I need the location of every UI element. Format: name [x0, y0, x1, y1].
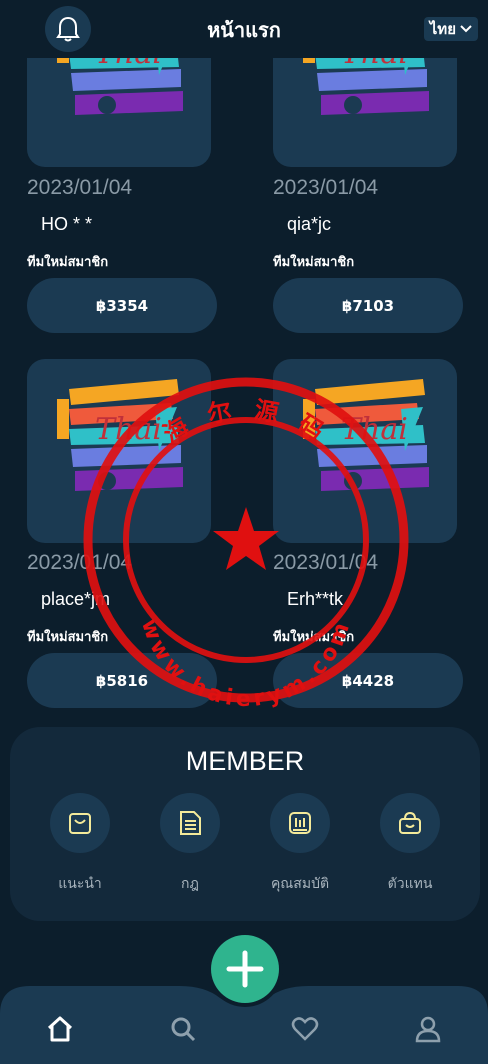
shopping-basket-icon [399, 811, 421, 834]
member-item-label: คุณสมบัติ [270, 876, 330, 892]
home-icon [47, 1016, 73, 1042]
document-icon [180, 811, 201, 835]
card-amount: ฿3354 [95, 296, 149, 315]
card-amount-button[interactable]: ฿5816 [27, 653, 217, 708]
nav-search[interactable] [168, 1014, 198, 1044]
card-amount-button[interactable]: ฿3354 [27, 278, 217, 333]
card-thumbnail: Thai [273, 359, 457, 543]
heart-icon [291, 1017, 319, 1041]
card-amount: ฿5816 [95, 671, 149, 690]
card-date: 2023/01/04 [27, 551, 133, 574]
nav-favorites[interactable] [290, 1014, 320, 1044]
logo-text: Thai [341, 412, 408, 447]
member-item-label: ตัวแทน [387, 876, 433, 892]
add-button[interactable] [211, 935, 279, 1003]
language-select[interactable]: ไทย [423, 17, 478, 41]
chart-icon [289, 812, 311, 834]
nav-home[interactable] [45, 1014, 75, 1044]
card-amount-button[interactable]: ฿4428 [273, 653, 463, 708]
language-label: ไทย [429, 20, 456, 38]
member-item-recommend[interactable]: แนะนำ [35, 793, 125, 895]
member-item-agent[interactable]: ตัวแทน [365, 793, 455, 895]
member-item-label: แนะนำ [58, 876, 102, 892]
member-item-label: กฎ [181, 876, 199, 892]
plus-icon [226, 950, 264, 988]
card-username: HO * * [41, 214, 93, 234]
member-item-rules[interactable]: กฎ [145, 793, 235, 895]
bag-icon [69, 813, 91, 834]
card-username: place*jm [41, 589, 111, 609]
member-item-qualification[interactable]: คุณสมบัติ [255, 793, 345, 895]
thai-logo-icon: Thai [57, 379, 183, 491]
card-date: 2023/01/04 [273, 176, 379, 199]
card-date: 2023/01/04 [273, 551, 379, 574]
card-amount-button[interactable]: ฿7103 [273, 278, 463, 333]
page-title: หน้าแรก [207, 18, 281, 42]
member-panel: MEMBER แนะนำ กฎ คุณสมบัติ ตัวแทน [10, 727, 480, 921]
card-team: ทีมใหม่สมาชิก [273, 630, 355, 645]
thai-logo-icon: Thai [303, 379, 429, 491]
card-team: ทีมใหม่สมาชิก [27, 255, 109, 270]
nav-profile[interactable] [413, 1014, 443, 1044]
card-date: 2023/01/04 [27, 176, 133, 199]
logo-text: Thai [95, 412, 162, 447]
card-thumbnail: Thai [27, 359, 211, 543]
card-username: qia*jc [287, 214, 332, 234]
card-amount: ฿7103 [341, 296, 395, 315]
card-team: ทีมใหม่สมาชิก [27, 630, 109, 645]
card-team: ทีมใหม่สมาชิก [273, 255, 355, 270]
top-bar: หน้าแรก ไทย [0, 0, 488, 58]
star-icon [213, 507, 279, 570]
member-title: MEMBER [185, 746, 305, 776]
chevron-down-icon [460, 25, 472, 33]
card-username: Erh**tk [287, 589, 344, 609]
search-icon [171, 1017, 196, 1042]
user-icon [415, 1016, 441, 1043]
card-amount: ฿4428 [341, 671, 395, 690]
